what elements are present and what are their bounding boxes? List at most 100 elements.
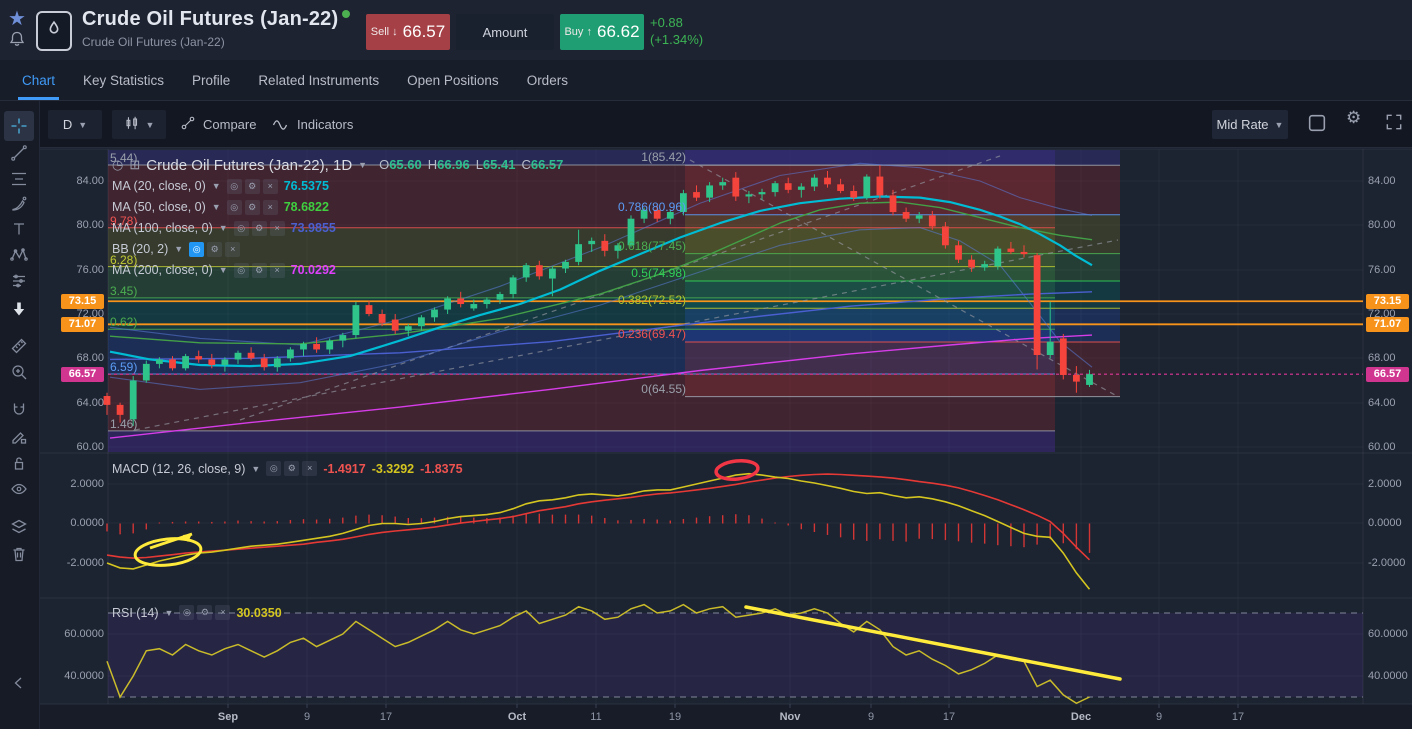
remove-study-icon[interactable]: × (262, 199, 278, 215)
sell-button[interactable]: Sell ↓ 66.57 (366, 14, 450, 50)
study-buttons: ◎ ⚙ × (233, 262, 285, 278)
tab-related-instruments[interactable]: Related Instruments (244, 60, 393, 100)
study-buttons: ◎ ⚙ × (266, 461, 318, 476)
buy-label: Buy ↑ (564, 26, 592, 38)
tool-hide-drawings-icon[interactable] (4, 474, 34, 504)
macd-label: MACD (12, 26, close, 9) (112, 461, 246, 476)
study-label: MA (50, close, 0) (112, 200, 206, 214)
tab-chart[interactable]: Chart (8, 60, 69, 100)
tool-remove-drawings-icon[interactable] (4, 539, 34, 569)
study-value: 73.9855 (290, 221, 336, 235)
tab-orders[interactable]: Orders (513, 60, 582, 100)
chevron-down-icon: ▼ (211, 202, 221, 212)
study-row[interactable]: MA (20, close, 0) ▼ ◎ ⚙ × 76.5375 (112, 176, 563, 196)
tool-collapse-icon[interactable] (4, 668, 34, 698)
chevron-down-icon: ▼ (218, 265, 228, 275)
study-label: MA (200, close, 0) (112, 263, 213, 277)
chart-type-dropdown[interactable]: ▼ (112, 110, 166, 139)
visibility-icon[interactable]: ◎ (179, 605, 195, 620)
tool-magnet-icon[interactable] (4, 395, 34, 425)
remove-study-icon[interactable]: × (302, 461, 318, 476)
study-value: 78.6822 (283, 200, 329, 214)
chevron-down-icon: ▼ (174, 244, 184, 254)
visibility-icon[interactable]: ◎ (233, 220, 249, 236)
amount-button[interactable]: Amount (456, 14, 554, 50)
study-settings-icon[interactable]: ⚙ (197, 605, 213, 620)
study-label: BB (20, 2) (112, 242, 169, 256)
ohlc-value: 66.96 (437, 157, 470, 172)
gear-icon[interactable]: ⚙ (1346, 108, 1361, 128)
ohlc-value: 66.57 (530, 157, 564, 172)
study-label: MA (20, close, 0) (112, 179, 206, 193)
visibility-icon[interactable]: ◎ (233, 262, 249, 278)
study-row[interactable]: MA (200, close, 0) ▼ ◎ ⚙ × 70.0292 (112, 260, 563, 280)
favorite-star-icon[interactable]: ★ (8, 6, 26, 31)
study-settings-icon[interactable]: ⚙ (207, 241, 223, 257)
study-row[interactable]: MA (50, close, 0) ▼ ◎ ⚙ × 78.6822 (112, 197, 563, 217)
study-buttons: ◎ ⚙ × (189, 241, 241, 257)
tool-layers-icon[interactable] (4, 512, 34, 542)
tool-arrow-down-icon[interactable] (4, 294, 34, 324)
rsi-legend: RSI (14) ▼ ◎ ⚙ × 30.0350 (112, 605, 282, 620)
chevron-down-icon[interactable]: ▼ (358, 160, 367, 170)
trading-app: ★ Crude Oil Futures (Jan-22) Crude Oil F… (0, 0, 1412, 729)
alert-bell-icon[interactable] (8, 30, 26, 53)
snapshot-icon[interactable] (1306, 112, 1328, 139)
candlestick-icon (124, 114, 140, 135)
mid-rate-dropdown[interactable]: Mid Rate ▼ (1212, 110, 1288, 139)
price-change: +0.88 (650, 15, 683, 30)
visibility-icon[interactable]: ◎ (226, 178, 242, 194)
study-label: MA (100, close, 0) (112, 221, 213, 235)
ohlc-value: 65.41 (482, 157, 516, 172)
page-title: Crude Oil Futures (Jan-22) (82, 8, 339, 30)
ohlc-values: O65.60 H66.96 L65.41 C66.57 (373, 156, 563, 174)
oil-barrel-icon (36, 11, 72, 51)
legend-studies: MA (20, close, 0) ▼ ◎ ⚙ × 76.5375 MA (50, clos… (112, 176, 563, 280)
ohlc-letter: L (475, 157, 483, 172)
study-row[interactable]: BB (20, 2) ▼ ◎ ⚙ × (112, 239, 563, 259)
clock-icon[interactable]: ◷ (112, 157, 123, 173)
sell-label: Sell ↓ (370, 26, 398, 38)
study-buttons: ◎ ⚙ × (226, 178, 278, 194)
buy-button[interactable]: Buy ↑ 66.62 (560, 14, 644, 50)
study-settings-icon[interactable]: ⚙ (244, 178, 260, 194)
chevron-down-icon: ▼ (251, 463, 261, 474)
chevron-down-icon: ▼ (164, 607, 174, 618)
interval-dropdown[interactable]: D ▼ (48, 110, 102, 139)
ohlc-letter: O (379, 157, 390, 172)
remove-study-icon[interactable]: × (225, 241, 241, 257)
tab-profile[interactable]: Profile (178, 60, 244, 100)
tab-open-positions[interactable]: Open Positions (393, 60, 513, 100)
calendar-icon[interactable]: ⊞ (129, 157, 140, 173)
tab-key-statistics[interactable]: Key Statistics (69, 60, 178, 100)
study-settings-icon[interactable]: ⚙ (284, 461, 300, 476)
tool-crosshair-icon[interactable] (4, 111, 34, 141)
chevron-down-icon: ▼ (211, 181, 221, 191)
tool-forecast-icon[interactable] (4, 266, 34, 296)
chevron-down-icon: ▼ (218, 223, 228, 233)
visibility-icon[interactable]: ◎ (189, 241, 205, 257)
study-settings-icon[interactable]: ⚙ (251, 220, 267, 236)
legend-symbol-title[interactable]: Crude Oil Futures (Jan-22), 1D (146, 157, 352, 174)
study-buttons: ◎ ⚙ × (226, 199, 278, 215)
study-settings-icon[interactable]: ⚙ (244, 199, 260, 215)
visibility-icon[interactable]: ◎ (266, 461, 282, 476)
drawing-toolbar (0, 101, 40, 729)
fullscreen-icon[interactable] (1384, 112, 1404, 137)
tool-zoom-in-icon[interactable] (4, 357, 34, 387)
remove-study-icon[interactable]: × (269, 262, 285, 278)
remove-study-icon[interactable]: × (215, 605, 231, 620)
visibility-icon[interactable]: ◎ (226, 199, 242, 215)
study-row[interactable]: MA (100, close, 0) ▼ ◎ ⚙ × 73.9855 (112, 218, 563, 238)
chart-toolbar: D ▼ ▼ Compare Indicators Mid Rate ▼ ⚙ (40, 101, 1412, 148)
legend-main-row: ◷ ⊞ Crude Oil Futures (Jan-22), 1D ▼ O 65… (112, 155, 563, 175)
macd-value: -1.4917 (323, 461, 366, 476)
study-settings-icon[interactable]: ⚙ (251, 262, 267, 278)
indicators-button[interactable]: Indicators (272, 110, 353, 139)
rsi-value: 30.0350 (236, 605, 282, 620)
remove-study-icon[interactable]: × (269, 220, 285, 236)
remove-study-icon[interactable]: × (262, 178, 278, 194)
amount-label: Amount (482, 24, 528, 40)
compare-button[interactable]: Compare (180, 110, 256, 139)
indicators-wave-icon (272, 116, 290, 133)
